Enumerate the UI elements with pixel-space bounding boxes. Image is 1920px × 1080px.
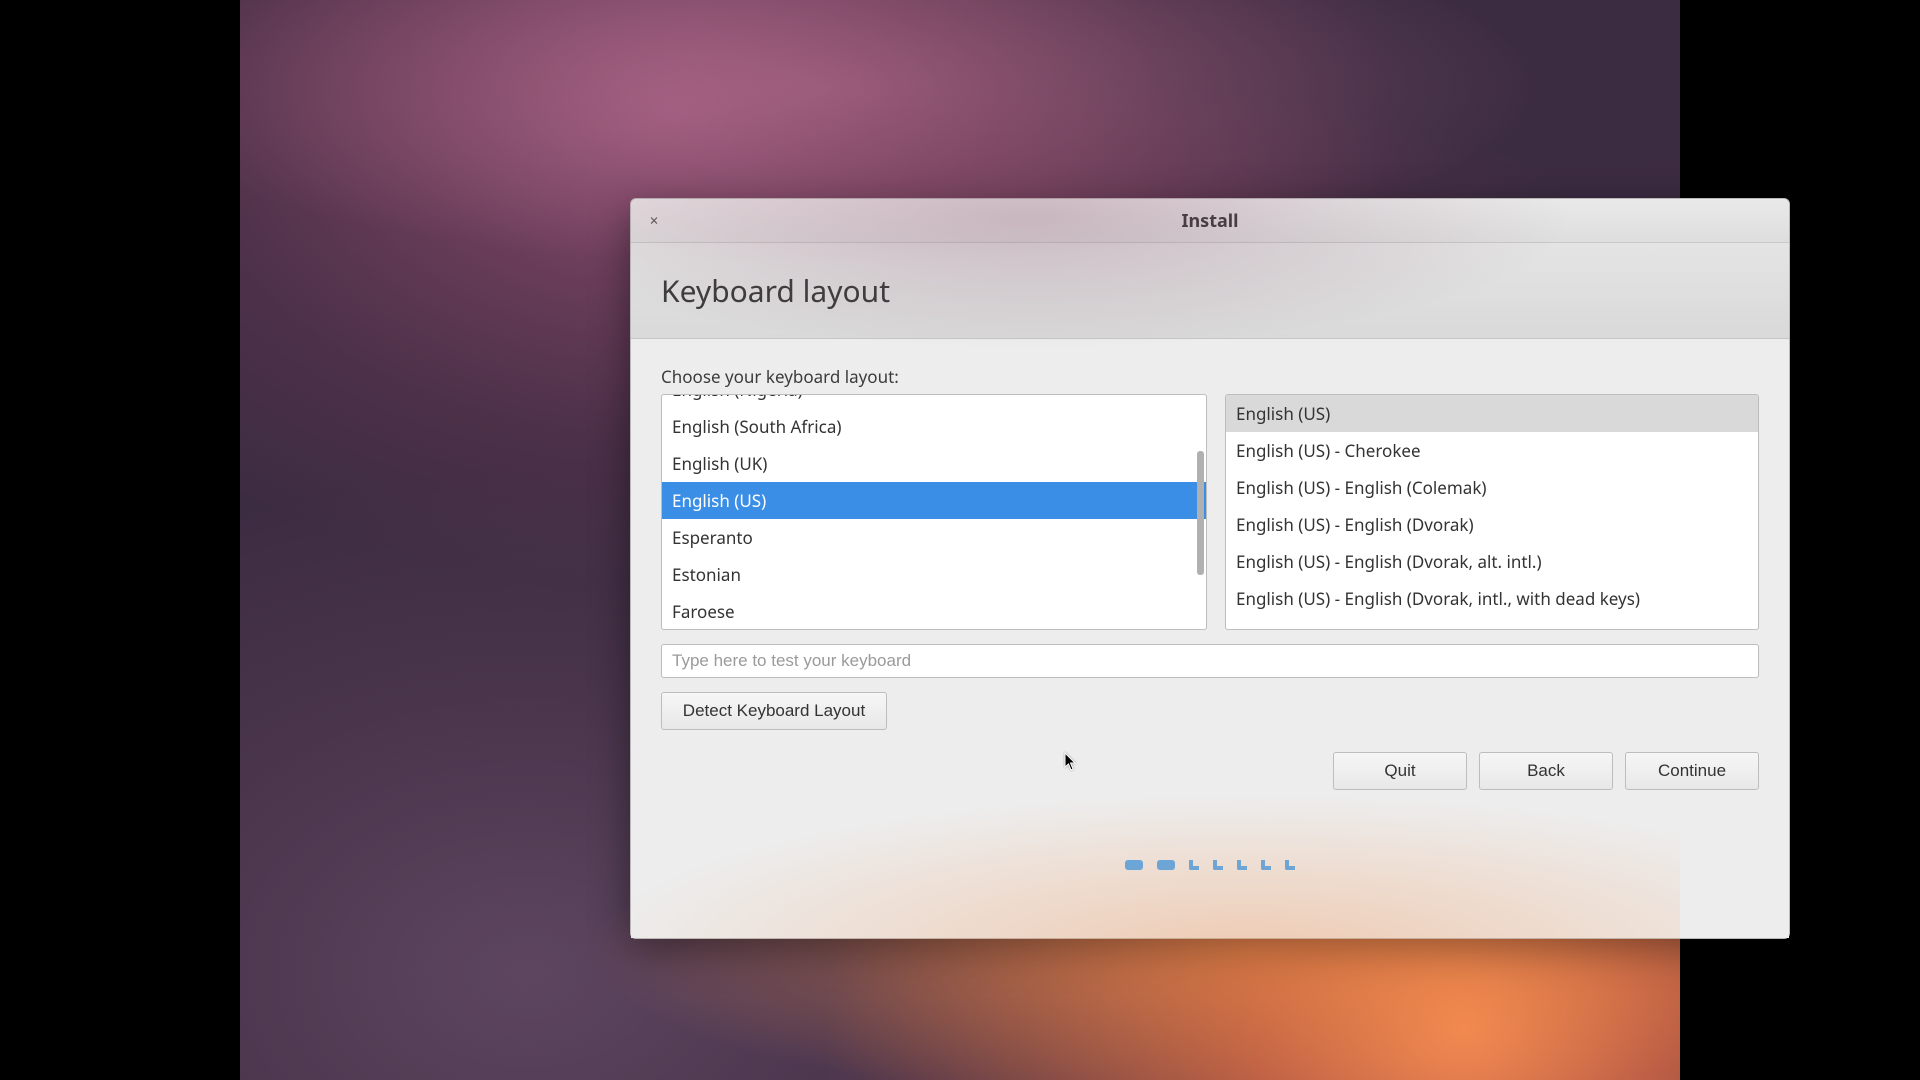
keyboard-test-input[interactable] (661, 644, 1759, 678)
progress-step (1285, 860, 1295, 870)
choose-layout-label: Choose your keyboard layout: (661, 365, 1759, 388)
nav-button-row: Quit Back Continue (661, 752, 1759, 790)
progress-step (1261, 860, 1271, 870)
variant-item[interactable]: English (US) - Cherokee (1226, 432, 1758, 469)
titlebar: × Install (631, 199, 1789, 243)
variant-item[interactable]: English (US) (1226, 395, 1758, 432)
progress-indicator (661, 860, 1759, 870)
progress-step (1213, 860, 1223, 870)
layout-item[interactable]: Esperanto (662, 519, 1206, 556)
layout-item[interactable]: English (Nigeria) (662, 395, 1206, 408)
progress-step (1125, 860, 1143, 870)
content-area: Choose your keyboard layout: English (Ni… (631, 339, 1789, 938)
layout-list[interactable]: English (Nigeria)English (South Africa)E… (661, 394, 1207, 630)
layout-item[interactable]: English (South Africa) (662, 408, 1206, 445)
variant-item[interactable]: English (US) - English (Dvorak, intl., w… (1226, 580, 1758, 617)
continue-button[interactable]: Continue (1625, 752, 1759, 790)
close-icon[interactable]: × (643, 210, 665, 232)
page-header: Keyboard layout (631, 243, 1789, 339)
detect-layout-button[interactable]: Detect Keyboard Layout (661, 692, 887, 730)
layout-item[interactable]: Faroese (662, 593, 1206, 629)
layout-item[interactable]: Estonian (662, 556, 1206, 593)
layout-item[interactable]: English (US) (662, 482, 1206, 519)
variant-list[interactable]: English (US)English (US) - CherokeeEngli… (1225, 394, 1759, 630)
quit-button[interactable]: Quit (1333, 752, 1467, 790)
layout-item[interactable]: English (UK) (662, 445, 1206, 482)
page-title: Keyboard layout (661, 270, 890, 311)
progress-step (1157, 860, 1175, 870)
variant-item[interactable]: English (US) - English (Dvorak, alt. int… (1226, 543, 1758, 580)
variant-item[interactable]: English (US) - English (Colemak) (1226, 469, 1758, 506)
desktop-wallpaper: × Install Keyboard layout Choose your ke… (240, 0, 1680, 1080)
window-title: Install (631, 209, 1789, 233)
variant-item[interactable]: English (US) - English (Dvorak) (1226, 506, 1758, 543)
back-button[interactable]: Back (1479, 752, 1613, 790)
installer-window: × Install Keyboard layout Choose your ke… (630, 198, 1790, 939)
progress-step (1189, 860, 1199, 870)
progress-step (1237, 860, 1247, 870)
